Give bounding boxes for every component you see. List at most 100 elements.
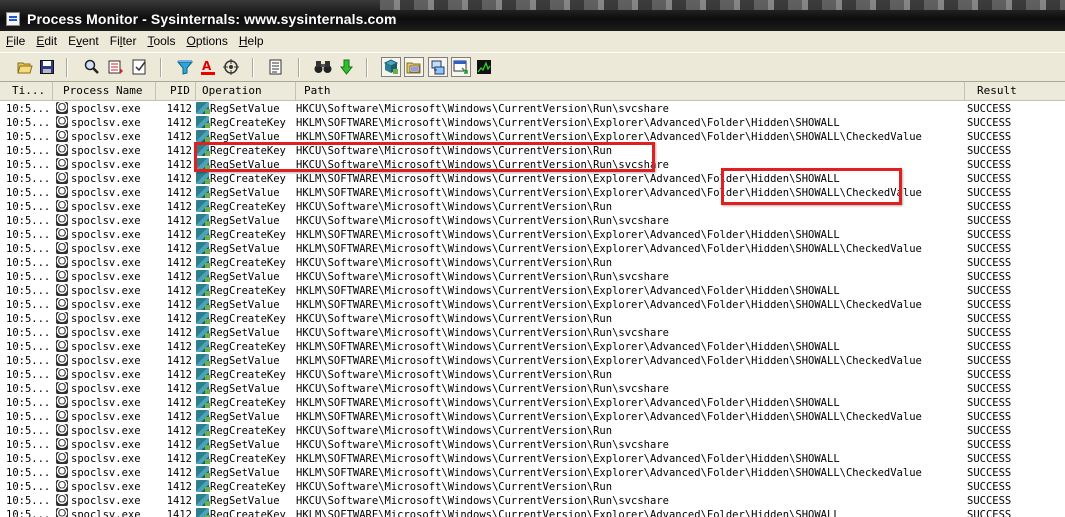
table-row[interactable]: 10:5... spoclsv.exe 1412 RegSetValue HKLM\SO… xyxy=(0,410,1065,424)
table-row[interactable]: 10:5... spoclsv.exe 1412 RegSetValue HKCU\So… xyxy=(0,438,1065,452)
table-row[interactable]: 10:5... spoclsv.exe 1412 RegSetValue HKCU\So… xyxy=(0,214,1065,228)
column-header-path[interactable]: Path xyxy=(296,82,965,100)
highlight-button[interactable]: A xyxy=(198,57,218,77)
save-icon xyxy=(40,60,54,74)
table-row[interactable]: 10:5... spoclsv.exe 1412 RegCreateKey HKCU\S… xyxy=(0,368,1065,382)
cell-operation: RegCreateKey xyxy=(196,396,292,410)
cell-result: SUCCESS xyxy=(967,411,1012,423)
cell-process: spoclsv.exe xyxy=(56,270,156,284)
process-icon xyxy=(56,508,68,517)
jump-to-button[interactable] xyxy=(336,57,356,77)
process-name: spoclsv.exe xyxy=(71,495,141,507)
title-bar[interactable]: Process Monitor - Sysinternals: www.sysi… xyxy=(0,0,1065,31)
operation-name: RegCreateKey xyxy=(210,453,286,465)
menu-item[interactable]: Filter xyxy=(104,32,142,51)
table-row[interactable]: 10:5... spoclsv.exe 1412 RegSetValue HKLM\SO… xyxy=(0,466,1065,480)
include-process-button[interactable] xyxy=(221,57,241,77)
show-registry-button[interactable] xyxy=(381,57,401,77)
column-header-result[interactable]: Result xyxy=(965,82,1065,100)
table-row[interactable]: 10:5... spoclsv.exe 1412 RegSetValue HKCU\So… xyxy=(0,326,1065,340)
save-button[interactable] xyxy=(37,57,57,77)
menu-item[interactable]: Edit xyxy=(30,32,62,51)
cell-path: HKCU\Software\Microsoft\Windows\CurrentV… xyxy=(296,383,669,395)
find-button[interactable] xyxy=(82,57,102,77)
table-row[interactable]: 10:5... spoclsv.exe 1412 RegCreateKey HKLM\S… xyxy=(0,172,1065,186)
table-row[interactable]: 10:5... spoclsv.exe 1412 RegCreateKey HKCU\S… xyxy=(0,256,1065,270)
clear-button[interactable] xyxy=(130,57,150,77)
column-header-process-name[interactable]: Process Name xyxy=(53,82,156,100)
table-row[interactable]: 10:5... spoclsv.exe 1412 RegSetValue HKLM\SO… xyxy=(0,298,1065,312)
process-icon xyxy=(56,298,68,310)
filter-button[interactable] xyxy=(175,57,195,77)
table-row[interactable]: 10:5... spoclsv.exe 1412 RegSetValue HKCU\So… xyxy=(0,382,1065,396)
table-row[interactable]: 10:5... spoclsv.exe 1412 RegSetValue HKLM\SO… xyxy=(0,354,1065,368)
cell-result: SUCCESS xyxy=(967,229,1012,241)
show-profiling-button[interactable] xyxy=(474,57,494,77)
table-row[interactable]: 10:5... spoclsv.exe 1412 RegSetValue HKCU\So… xyxy=(0,102,1065,116)
cell-process: spoclsv.exe xyxy=(56,382,156,396)
table-row[interactable]: 10:5... spoclsv.exe 1412 RegCreateKey HKCU\S… xyxy=(0,480,1065,494)
filter-icon xyxy=(177,60,193,75)
table-row[interactable]: 10:5... spoclsv.exe 1412 RegSetValue HKCU\So… xyxy=(0,270,1065,284)
table-row[interactable]: 10:5... spoclsv.exe 1412 RegCreateKey HKLM\S… xyxy=(0,284,1065,298)
cell-process: spoclsv.exe xyxy=(56,396,156,410)
cell-time: 10:5... xyxy=(6,453,50,465)
operation-name: RegCreateKey xyxy=(210,369,286,381)
menu-label-part: ptions xyxy=(195,34,228,48)
process-icon xyxy=(56,256,68,268)
table-row[interactable]: 10:5... spoclsv.exe 1412 RegCreateKey HKLM\S… xyxy=(0,340,1065,354)
cell-time: 10:5... xyxy=(6,411,50,423)
cell-time: 10:5... xyxy=(6,229,50,241)
cell-pid: 1412 xyxy=(166,355,192,367)
operation-name: RegCreateKey xyxy=(210,173,286,185)
process-icon xyxy=(56,410,68,422)
process-name: spoclsv.exe xyxy=(71,159,141,171)
table-row[interactable]: 10:5... spoclsv.exe 1412 RegCreateKey HKLM\S… xyxy=(0,452,1065,466)
process-name: spoclsv.exe xyxy=(71,397,141,409)
cell-time: 10:5... xyxy=(6,495,50,507)
cell-operation: RegCreateKey xyxy=(196,116,292,130)
column-header-operation[interactable]: Operation xyxy=(196,82,296,100)
menu-item[interactable]: File xyxy=(0,32,30,51)
table-row[interactable]: 10:5... spoclsv.exe 1412 RegSetValue HKLM\SO… xyxy=(0,242,1065,256)
cell-pid: 1412 xyxy=(166,215,192,227)
table-row[interactable]: 10:5... spoclsv.exe 1412 RegSetValue HKCU\So… xyxy=(0,494,1065,508)
cell-path: HKCU\Software\Microsoft\Windows\CurrentV… xyxy=(296,495,669,507)
find-text-button[interactable] xyxy=(313,57,333,77)
column-header-pid[interactable]: PID xyxy=(156,82,196,100)
menu-item[interactable]: Tools xyxy=(141,32,180,51)
table-row[interactable]: 10:5... spoclsv.exe 1412 RegCreateKey HKCU\S… xyxy=(0,312,1065,326)
highlight-box-checkedvalue xyxy=(721,168,902,205)
window-title: Process Monitor - Sysinternals: www.sysi… xyxy=(27,11,397,27)
menu-label-part: ent xyxy=(82,34,99,48)
table-row[interactable]: 10:5... spoclsv.exe 1412 RegCreateKey HKLM\S… xyxy=(0,228,1065,242)
show-network-button[interactable] xyxy=(428,57,448,77)
process-icon xyxy=(56,466,68,478)
menu-item[interactable]: Options xyxy=(180,32,232,51)
open-icon xyxy=(17,62,33,74)
table-row[interactable]: 10:5... spoclsv.exe 1412 RegCreateKey HKLM\S… xyxy=(0,396,1065,410)
process-monitor-app-icon xyxy=(6,12,20,26)
event-properties-button[interactable] xyxy=(266,57,286,77)
toolbar: A xyxy=(0,52,1065,82)
show-profiling-icon xyxy=(477,60,491,74)
svg-text:A: A xyxy=(202,59,212,73)
table-row[interactable]: 10:5... spoclsv.exe 1412 RegCreateKey HKLM\S… xyxy=(0,508,1065,517)
cell-process: spoclsv.exe xyxy=(56,116,156,130)
table-row[interactable]: 10:5... spoclsv.exe 1412 RegSetValue HKLM\SO… xyxy=(0,186,1065,200)
cell-result: SUCCESS xyxy=(967,243,1012,255)
table-row[interactable]: 10:5... spoclsv.exe 1412 RegCreateKey HKCU\S… xyxy=(0,424,1065,438)
table-row[interactable]: 10:5... spoclsv.exe 1412 RegCreateKey HKCU\S… xyxy=(0,200,1065,214)
menu-item[interactable]: Help xyxy=(233,32,269,51)
table-row[interactable]: 10:5... spoclsv.exe 1412 RegCreateKey HKLM\S… xyxy=(0,116,1065,130)
operation-name: RegSetValue xyxy=(210,243,280,255)
menu-item[interactable]: Event xyxy=(62,32,104,51)
show-filesystem-button[interactable] xyxy=(404,57,424,77)
column-header-time[interactable]: Ti... xyxy=(0,82,53,100)
show-process-button[interactable] xyxy=(451,57,471,77)
open-button[interactable] xyxy=(15,57,35,77)
cell-operation: RegCreateKey xyxy=(196,228,292,242)
cell-time: 10:5... xyxy=(6,257,50,269)
process-name: spoclsv.exe xyxy=(71,229,141,241)
autoscroll-button[interactable] xyxy=(106,57,126,77)
